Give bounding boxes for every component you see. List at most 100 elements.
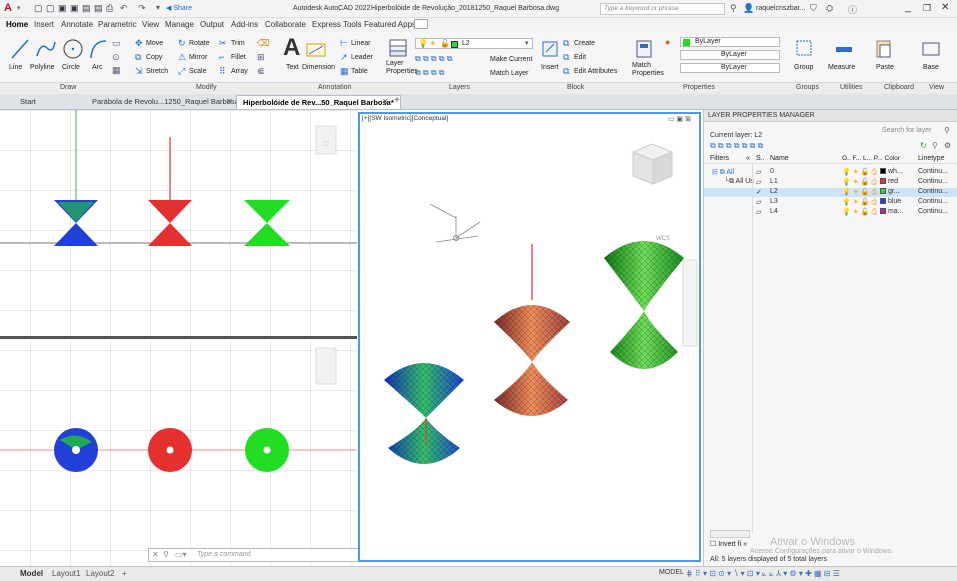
customize-icon[interactable]: ▾ <box>156 3 160 12</box>
close-tab-icon[interactable]: ✕ <box>226 97 233 106</box>
layer-toggle-icons[interactable]: 💡 ☀ 🔓 ⎙ <box>842 168 877 177</box>
tab-add-ins[interactable]: Add-ins <box>231 20 258 29</box>
collapse-filters-icon[interactable]: « <box>746 155 750 162</box>
layer-color[interactable]: ma... <box>880 208 904 215</box>
line-button-label[interactable]: Line <box>9 64 22 71</box>
polyline-icon[interactable] <box>35 38 57 60</box>
insert-block-icon[interactable] <box>540 38 560 60</box>
tab-annotate[interactable]: Annotate <box>61 20 93 29</box>
measure-button-label[interactable]: Measure <box>828 64 855 71</box>
layer-status-icon[interactable]: ✓ <box>756 188 762 196</box>
status-header[interactable]: S.. <box>756 155 765 162</box>
layer-name[interactable]: L4 <box>770 208 778 215</box>
left-viewports[interactable]: ▢ ✕ ⚲ ▭▾ Type a command <box>0 110 566 566</box>
circle-icon[interactable] <box>62 38 84 60</box>
panel-label-block[interactable]: Block <box>567 84 584 91</box>
search-box[interactable]: Type a keyword or phrase <box>600 3 725 15</box>
stretch-icon[interactable]: ⇲ <box>135 66 143 77</box>
rectangle-icon[interactable]: ▭ <box>112 38 121 49</box>
layer-row[interactable]: ▱ L3 💡 ☀ 🔓 ⎙ blue Continu... <box>704 198 957 207</box>
match-properties-button-label[interactable]: Match Properties <box>632 62 664 78</box>
view-navbar-top[interactable] <box>315 125 337 155</box>
command-close-icon[interactable]: ✕ <box>152 550 159 559</box>
undo-icon[interactable]: ↶ <box>120 3 128 14</box>
paste-button-label[interactable]: Paste <box>876 64 894 71</box>
layer-row[interactable]: ▱ 0 💡 ☀ 🔓 ⎙ wh... Continu... <box>704 168 957 177</box>
insert-button-label[interactable]: Insert <box>541 64 559 71</box>
status-tool-icons[interactable]: ⋕ ⠿ ▾ ⊡ ⊙ ▾ ∖ ▾ ⊡ ▾ ⟀ ⟀ ⅄ ▾ ⚙ ▾ ✚ ▦ ⊟ ☰ <box>686 569 840 579</box>
measure-icon[interactable] <box>834 38 854 60</box>
redo-icon[interactable]: ↷ <box>138 3 146 14</box>
minimize-button[interactable]: _ <box>905 1 911 13</box>
close-button[interactable]: ✕ <box>941 2 949 13</box>
panel-label-modify[interactable]: Modify <box>196 84 217 91</box>
panel-label-utilities[interactable]: Utilities <box>840 84 863 91</box>
tab-view[interactable]: View <box>142 20 159 29</box>
user-icon[interactable]: 👤 <box>743 3 754 14</box>
ribbon-minimize-icon[interactable] <box>414 19 428 29</box>
hatch-icon[interactable]: ▦ <box>112 65 121 76</box>
base-button-label[interactable]: Base <box>923 64 939 71</box>
text-button-label[interactable]: Text <box>286 64 299 71</box>
viewport-controls-icon[interactable]: ▭ ▣ ⊠ <box>668 115 691 123</box>
autodesk-app-icon[interactable]: ⛭ <box>826 3 833 14</box>
layer-dropdown[interactable]: 💡 ☀ 🔓 L2 ▾ <box>415 38 533 49</box>
base-view-icon[interactable] <box>920 38 942 60</box>
edit-block-icon[interactable]: ⧉ <box>563 52 569 63</box>
mirror-button[interactable]: Mirror <box>189 54 207 61</box>
command-settings-icon[interactable]: ⚲ <box>163 550 169 559</box>
app-menu-arrow-icon[interactable]: ▾ <box>17 4 21 12</box>
circle-button-label[interactable]: Circle <box>62 64 80 71</box>
layer-row[interactable]: ✓ L2 💡 ☀ 🔓 ⎙ gr... Continu... <box>704 188 957 197</box>
group-button-label[interactable]: Group <box>794 64 813 71</box>
tab-insert[interactable]: Insert <box>34 20 54 29</box>
table-icon[interactable]: ▦ <box>340 66 349 77</box>
command-prompt-icon[interactable]: ▭▾ <box>175 550 187 559</box>
share-button[interactable]: ◀ Share <box>166 4 192 12</box>
group-icon[interactable] <box>794 38 814 60</box>
panel-label-view[interactable]: View <box>929 84 944 91</box>
save-as-icon[interactable]: ▣ <box>70 3 79 14</box>
fillet-icon[interactable]: ⌐ <box>219 52 224 62</box>
viewport-divider[interactable] <box>0 336 357 339</box>
panel-label-draw[interactable]: Draw <box>60 84 76 91</box>
panel-label-clipboard[interactable]: Clipboard <box>884 84 914 91</box>
edit-block-button[interactable]: Edit <box>574 54 586 61</box>
erase-icon[interactable]: ⌫ <box>257 38 270 49</box>
rotate-icon[interactable]: ↻ <box>178 38 186 49</box>
tab-home[interactable]: Home <box>6 20 28 29</box>
layer-row[interactable]: ▱ L1 💡 ☀ 🔓 ⎙ red Continu... <box>704 178 957 187</box>
autocad-logo[interactable]: A <box>4 2 12 14</box>
layer-toggle-icons[interactable]: 💡 ☀ 🔓 ⎙ <box>842 208 877 217</box>
layer-search-icon[interactable]: ⚲ <box>944 126 950 135</box>
refresh-icon[interactable]: ↻ <box>920 141 927 150</box>
line-icon[interactable] <box>10 38 30 60</box>
plot-icon[interactable]: ⎙ <box>106 3 113 14</box>
arc-icon[interactable] <box>88 38 108 60</box>
layer-toggle-icons[interactable]: 💡 ☀ 🔓 ⎙ <box>842 198 877 207</box>
lineweight-dropdown[interactable]: ByLayer <box>680 50 780 60</box>
dimension-button-label[interactable]: Dimension <box>302 64 335 71</box>
layer-row[interactable]: ▱ L4 💡 ☀ 🔓 ⎙ ma... Continu... <box>704 208 957 217</box>
layer-linetype[interactable]: Continu... <box>918 188 948 195</box>
wcs-label[interactable]: WCS <box>656 236 670 242</box>
layer-toolbar-icons[interactable]: ⧉ ⧉ ⧉ ⧉ ⧉ ⧉ ⧉ <box>710 141 763 151</box>
linetype-dropdown[interactable]: ByLayer <box>680 63 780 73</box>
make-current-button[interactable]: Make Current <box>490 56 532 63</box>
scale-icon[interactable]: ⤢ <box>178 66 185 77</box>
search-icon[interactable]: ⚲ <box>730 3 737 14</box>
tab-collaborate[interactable]: Collaborate <box>265 20 306 29</box>
close-active-tab-icon[interactable]: ✕ <box>382 97 389 106</box>
layer-status-icon[interactable]: ▱ <box>756 208 761 216</box>
panel-label-annotation[interactable]: Annotation <box>318 84 351 91</box>
layer-name[interactable]: L3 <box>770 198 778 205</box>
match-properties-icon[interactable] <box>634 38 654 60</box>
filter-scrollbar[interactable] <box>710 530 750 538</box>
help-icon[interactable]: ⓘ <box>848 3 857 16</box>
layer-status-icon[interactable]: ▱ <box>756 168 761 176</box>
panel-label-layers[interactable]: Layers <box>449 84 470 91</box>
dimension-icon[interactable] <box>305 40 327 60</box>
new-icon[interactable]: ▢ <box>34 3 43 14</box>
layer-search-small-icon[interactable]: ⚲ <box>932 141 938 150</box>
trim-button[interactable]: Trim <box>231 40 245 47</box>
